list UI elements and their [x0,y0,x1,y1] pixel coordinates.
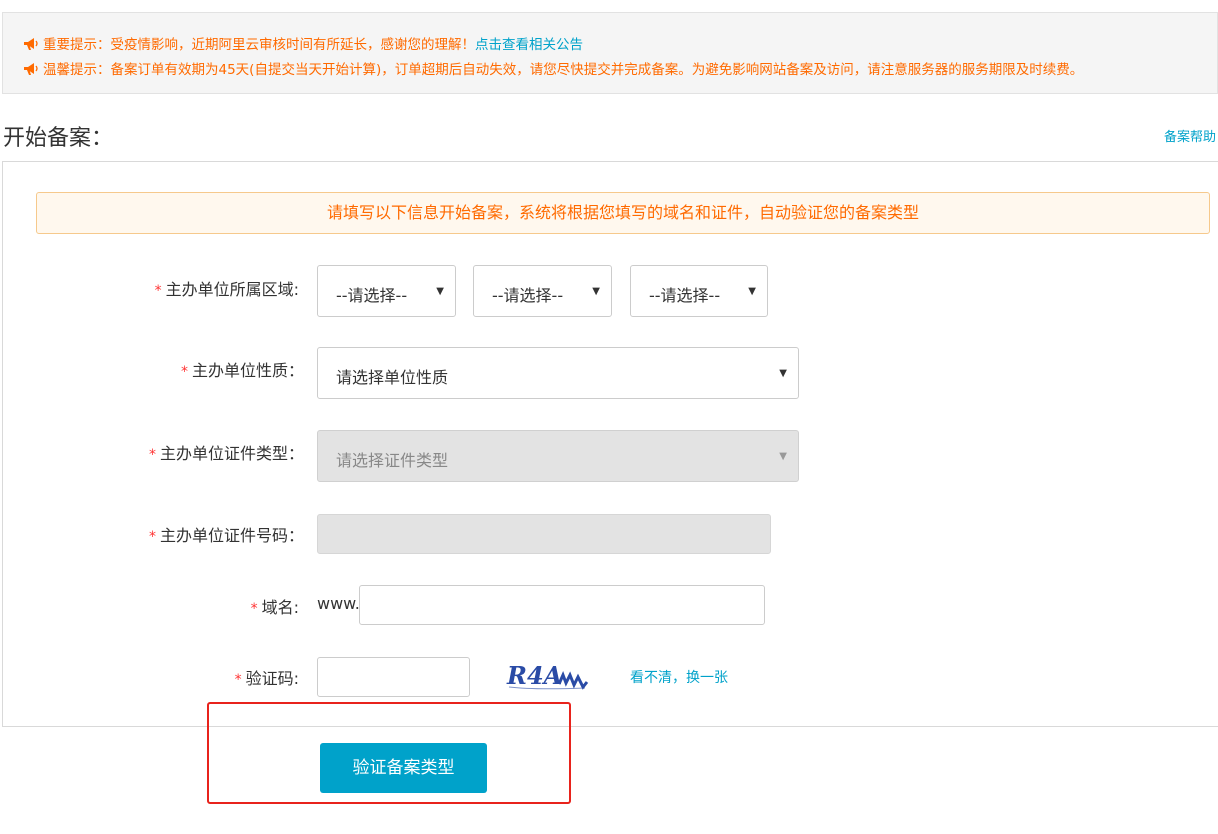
cert-number-input[interactable] [317,514,771,554]
region-city-value: --请选择-- [492,286,564,305]
notice-important-text: 重要提示：受疫情影响，近期阿里云审核时间有所延长，感谢您的理解！ [43,37,475,53]
caret-down-icon: ▼ [779,368,787,379]
notice-important: 重要提示：受疫情影响，近期阿里云审核时间有所延长，感谢您的理解！点击查看相关公告 [23,33,583,53]
notice-banner: 重要提示：受疫情影响，近期阿里云审核时间有所延长，感谢您的理解！点击查看相关公告… [2,12,1218,94]
nature-select[interactable]: 请选择单位性质 ▼ [317,347,799,399]
cert-type-label-text: 主办单位证件类型： [159,444,304,463]
region-district-select[interactable]: --请选择-- ▼ [630,265,768,317]
captcha-image[interactable]: R4A [505,660,589,694]
caret-down-icon: ▼ [592,286,600,297]
notice-reminder: 温馨提示：备案订单有效期为45天(自提交当天开始计算)，订单超期后自动失效，请您… [23,58,1083,78]
domain-label: * 域名: [251,594,299,618]
region-province-select[interactable]: --请选择-- ▼ [317,265,456,317]
required-mark: * [148,447,156,463]
required-mark: * [154,283,162,299]
region-district-value: --请选择-- [649,286,721,305]
required-mark: * [148,529,156,545]
domain-input[interactable] [359,585,765,625]
captcha-input[interactable] [317,657,470,697]
page-title: 开始备案： [3,126,114,151]
refresh-captcha-link[interactable]: 看不清，换一张 [630,667,728,687]
captcha-label-text: 验证码: [245,669,299,688]
cert-type-label: * 主办单位证件类型： [149,440,304,464]
nature-label: * 主办单位性质： [181,357,304,381]
cert-type-select[interactable]: 请选择证件类型 ▼ [317,430,799,482]
announcement-link[interactable]: 点击查看相关公告 [475,37,583,53]
captcha-label: * 验证码: [235,665,299,689]
megaphone-icon [24,63,38,75]
required-mark: * [250,601,258,617]
domain-prefix: www. [317,594,360,613]
cert-number-label-text: 主办单位证件号码： [159,526,304,545]
nature-value: 请选择单位性质 [336,368,449,387]
region-province-value: --请选择-- [336,286,408,305]
cert-number-label: * 主办单位证件号码： [149,522,304,546]
captcha-text: R4A [506,661,562,690]
help-link[interactable]: 备案帮助 [1164,126,1216,145]
region-label: * 主办单位所属区域: [155,276,299,300]
nature-label-text: 主办单位性质： [191,361,304,380]
notice-reminder-text: 温馨提示：备案订单有效期为45天(自提交当天开始计算)，订单超期后自动失效，请您… [43,62,1084,78]
caret-down-icon: ▼ [779,451,787,462]
required-mark: * [234,672,242,688]
form-hint: 请填写以下信息开始备案，系统将根据您填写的域名和证件，自动验证您的备案类型 [36,192,1210,234]
highlight-box [207,702,571,804]
caret-down-icon: ▼ [748,286,756,297]
region-city-select[interactable]: --请选择-- ▼ [473,265,612,317]
megaphone-icon [24,38,38,50]
region-label-text: 主办单位所属区域: [165,280,299,299]
cert-type-value: 请选择证件类型 [336,451,449,470]
required-mark: * [180,364,188,380]
caret-down-icon: ▼ [436,286,444,297]
domain-label-text: 域名: [261,598,299,617]
